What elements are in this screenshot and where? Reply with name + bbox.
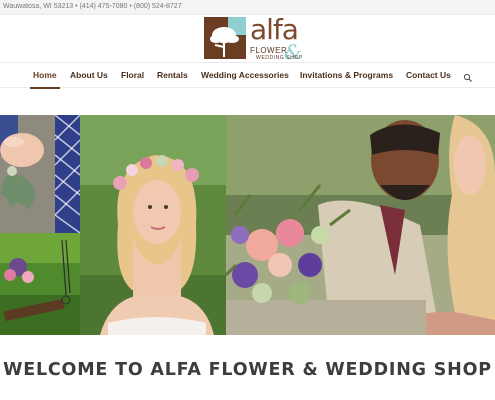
nav-contact-us[interactable]: Contact Us	[406, 63, 451, 88]
top-info-bar: Wauwatosa, WI 53213 • (414) 475-7080 • (…	[0, 0, 495, 15]
nav-floral[interactable]: Floral	[121, 63, 144, 88]
boutonniere-photo	[0, 115, 81, 234]
search-icon[interactable]	[463, 70, 473, 83]
welcome-heading: WELCOME TO ALFA FLOWER & WEDDING SHOP	[3, 360, 492, 380]
logo-subtitle-2: WEDDING SHOP	[256, 55, 303, 61]
tree-icon	[210, 27, 239, 57]
nav-about-us[interactable]: About Us	[70, 63, 108, 88]
couple-bouquet-photo	[224, 115, 495, 335]
contact-info-text: Wauwatosa, WI 53213 • (414) 475-7080 • (…	[3, 3, 182, 10]
nav-home[interactable]: Home	[30, 63, 60, 89]
logo-subtitle: FLOWER	[250, 46, 288, 55]
nav-invitations-programs[interactable]: Invitations & Programs	[300, 63, 393, 88]
bride-portrait-photo	[80, 115, 226, 335]
logo-mark	[204, 17, 246, 59]
moss-flower-photo	[0, 233, 80, 335]
nav-wedding-accessories[interactable]: Wedding Accessories	[201, 63, 289, 88]
hero-photo-collage	[0, 115, 495, 335]
site-logo[interactable]: alfa FLOWER & WEDDING SHOP	[204, 15, 302, 64]
nav-rentals[interactable]: Rentals	[157, 63, 188, 88]
main-navigation: Home About Us Floral Rentals Wedding Acc…	[0, 62, 495, 89]
